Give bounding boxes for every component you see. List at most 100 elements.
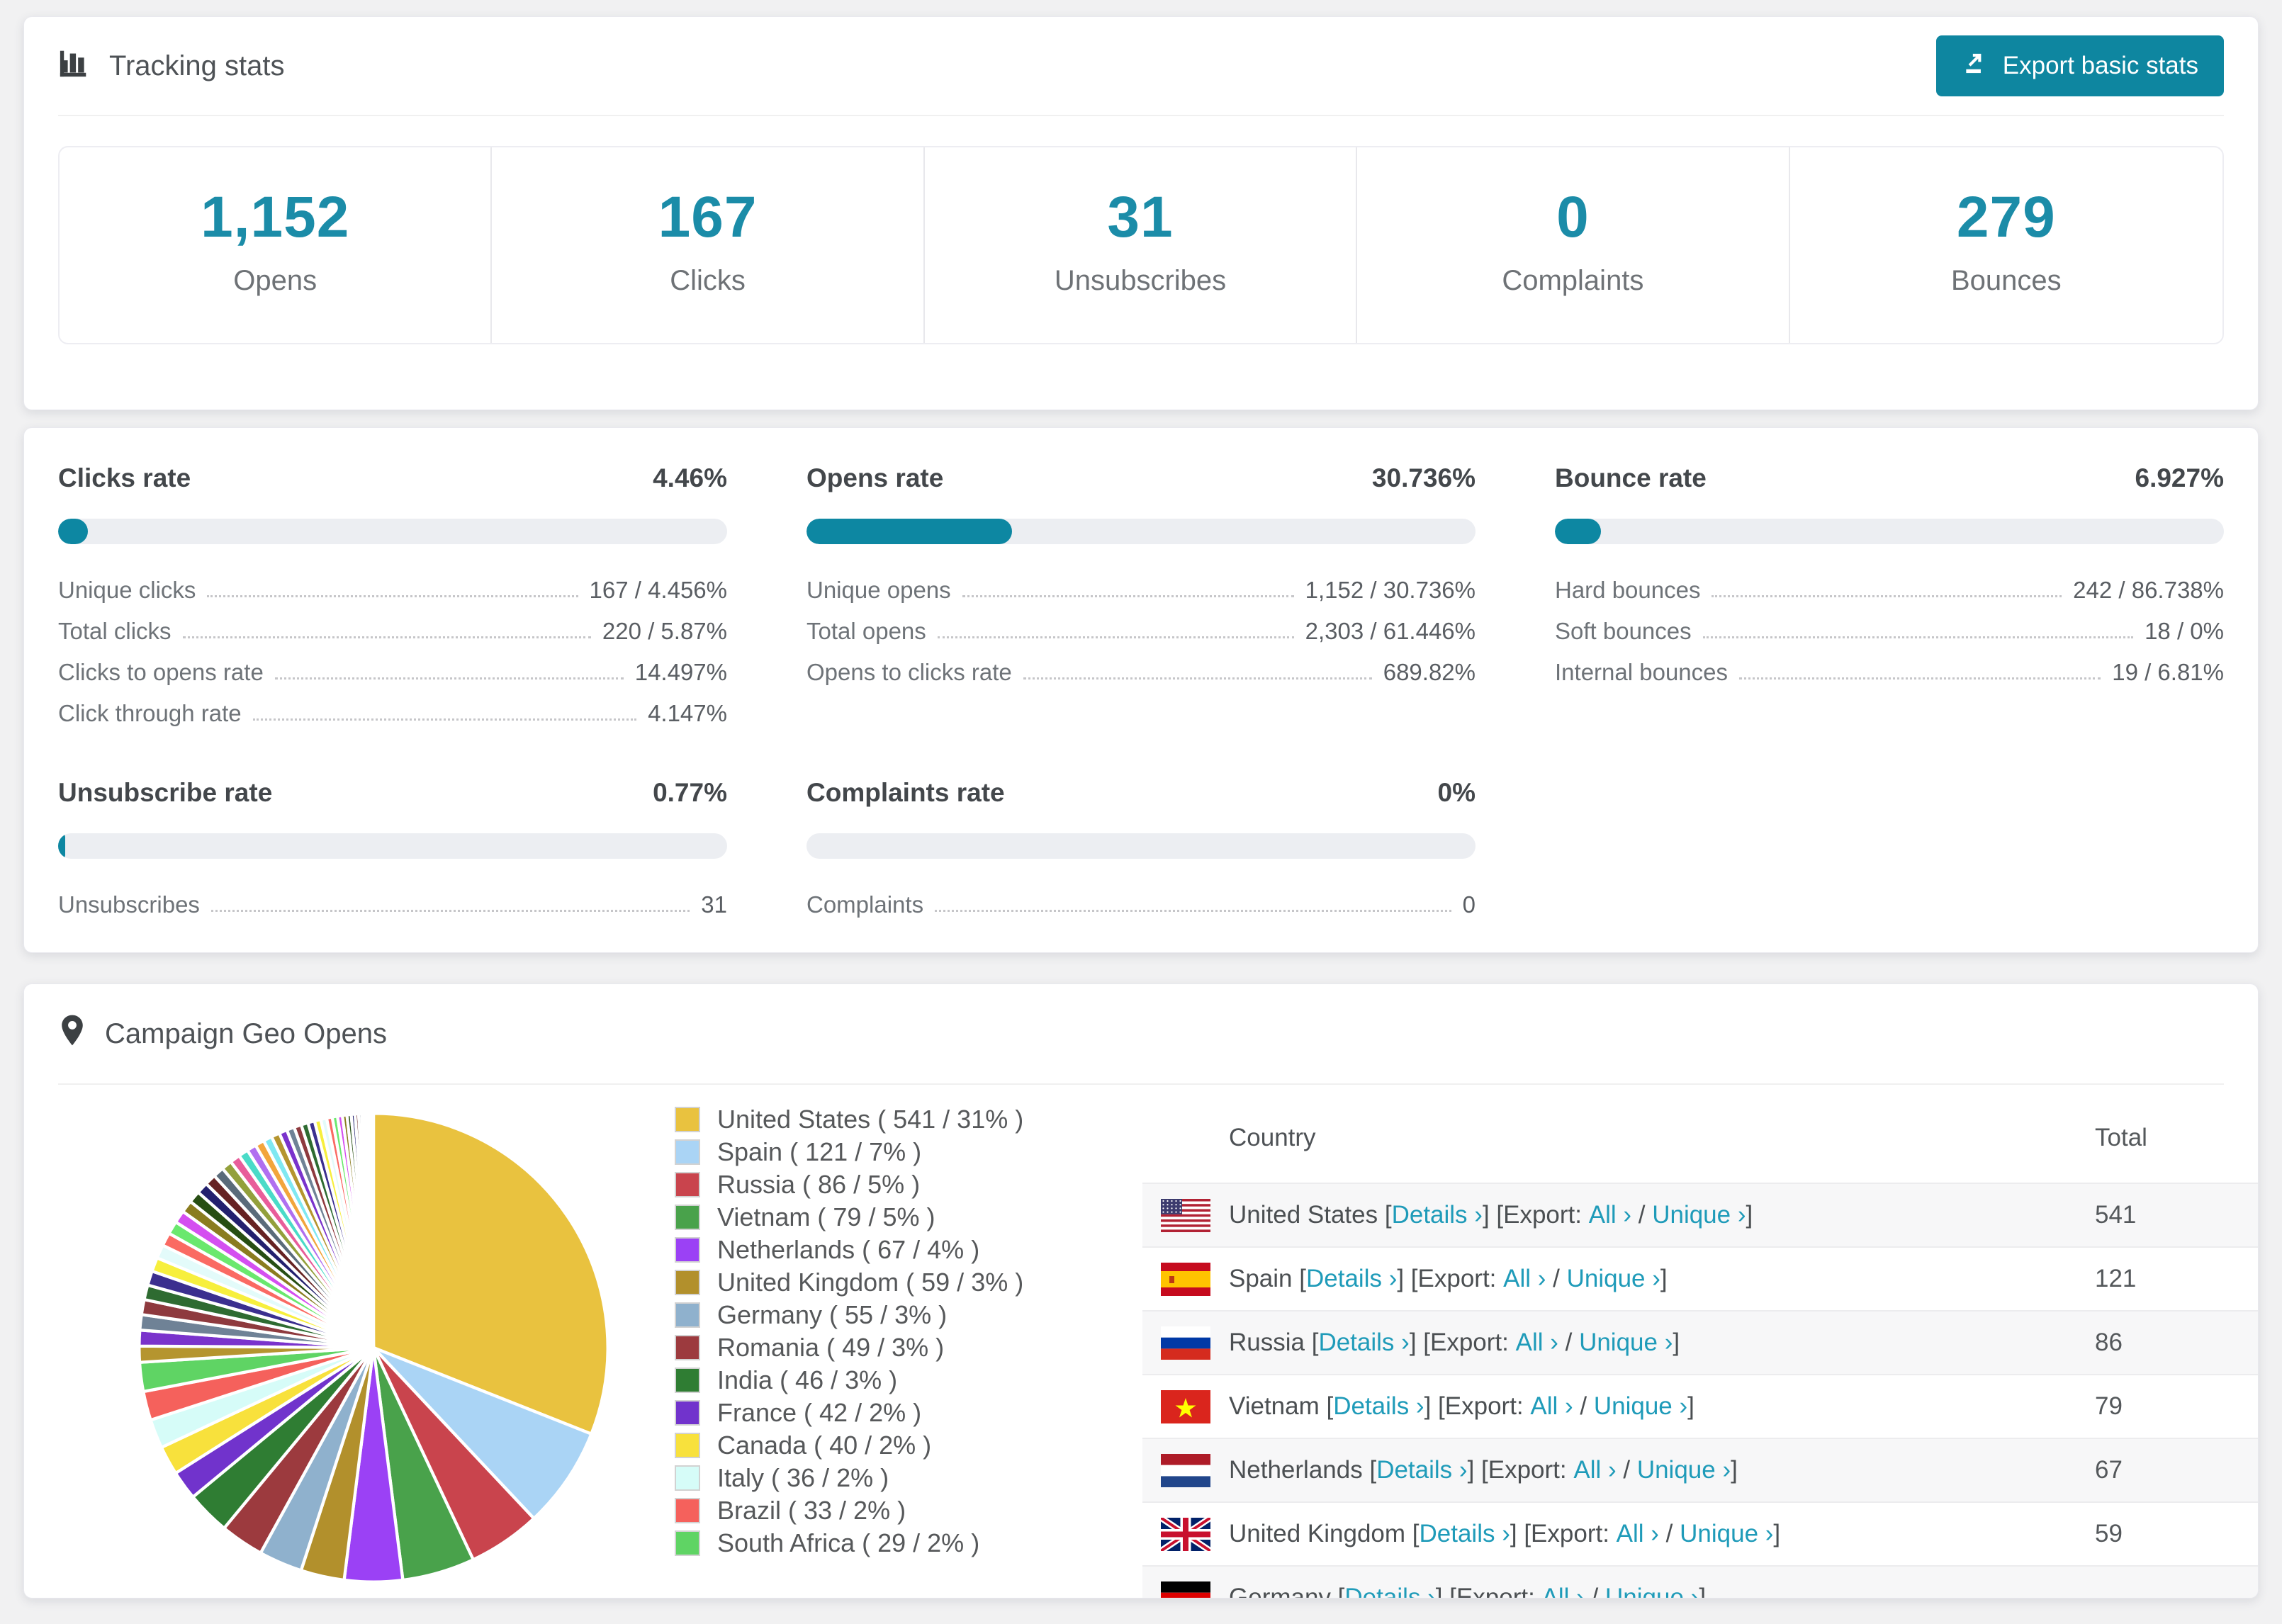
- legend-swatch: [675, 1270, 700, 1295]
- column-header-total: Total: [2095, 1124, 2147, 1151]
- legend-swatch: [675, 1433, 700, 1458]
- bracket: ] [Export:: [1397, 1265, 1504, 1292]
- export-unique-link[interactable]: Unique ›: [1594, 1392, 1687, 1421]
- geo-table-row-russia: Russia [Details ›] [Export: All › / Uniq…: [1142, 1312, 2258, 1375]
- export-unique-link[interactable]: Unique ›: [1579, 1329, 1673, 1357]
- bracket: ]: [1699, 1584, 1707, 1598]
- details-link[interactable]: Details ›: [1420, 1520, 1510, 1548]
- geo-table-row-spain: Spain [Details ›] [Export: All › / Uniqu…: [1142, 1248, 2258, 1312]
- details-link[interactable]: Details ›: [1333, 1392, 1424, 1421]
- stat-value: 167: [658, 185, 758, 249]
- legend-label: South Africa ( 29 / 2% ): [717, 1528, 980, 1557]
- legend-item-russia[interactable]: Russia ( 86 / 5% ): [675, 1168, 1142, 1201]
- rate-detail-value: 2,303 / 61.446%: [1305, 618, 1476, 644]
- legend-item-netherlands[interactable]: Netherlands ( 67 / 4% ): [675, 1234, 1142, 1266]
- dotted-leader: [1739, 677, 2101, 680]
- rate-progress-fill: [58, 519, 89, 544]
- export-all-link[interactable]: All ›: [1530, 1392, 1573, 1421]
- legend-item-south-africa[interactable]: South Africa ( 29 / 2% ): [675, 1527, 1142, 1560]
- legend-item-italy[interactable]: Italy ( 36 / 2% ): [675, 1462, 1142, 1494]
- rate-detail-row: Unique opens 1,152 / 30.736%: [806, 563, 1476, 604]
- legend-label: Brazil ( 33 / 2% ): [717, 1496, 906, 1525]
- rate-detail-row: Soft bounces 18 / 0%: [1555, 604, 2224, 645]
- dotted-leader: [962, 595, 1294, 597]
- export-unique-link[interactable]: Unique ›: [1680, 1520, 1773, 1548]
- legend-item-spain[interactable]: Spain ( 121 / 7% ): [675, 1136, 1142, 1168]
- export-unique-link[interactable]: Unique ›: [1637, 1456, 1731, 1484]
- legend-label: Germany ( 55 / 3% ): [717, 1300, 948, 1329]
- rate-detail-row: Total clicks 220 / 5.87%: [58, 604, 727, 645]
- details-link[interactable]: Details ›: [1392, 1201, 1483, 1229]
- legend-label: France ( 42 / 2% ): [717, 1398, 922, 1427]
- legend-label: Spain ( 121 / 7% ): [717, 1137, 922, 1166]
- dotted-leader: [935, 910, 1451, 912]
- rate-detail-value: 242 / 86.738%: [2073, 577, 2224, 603]
- export-icon: [1962, 50, 1989, 83]
- flag-gb-icon: [1161, 1517, 1210, 1551]
- pie-slice-other-43[interactable]: [371, 1112, 376, 1350]
- bracket: [: [1405, 1520, 1420, 1547]
- bracket: ]: [1746, 1201, 1753, 1229]
- legend-item-france[interactable]: France ( 42 / 2% ): [675, 1397, 1142, 1429]
- legend-item-united-states[interactable]: United States ( 541 / 31% ): [675, 1103, 1142, 1136]
- separator: /: [1558, 1329, 1580, 1356]
- country-total: 59: [2095, 1520, 2123, 1547]
- legend-swatch: [675, 1172, 700, 1197]
- dotted-leader: [182, 636, 591, 638]
- country-name: Netherlands: [1229, 1456, 1363, 1484]
- bracket: ] [Export:: [1435, 1584, 1542, 1598]
- rate-detail-label: Opens to clicks rate: [806, 659, 1012, 685]
- legend-label: Romania ( 49 / 3% ): [717, 1333, 945, 1362]
- rate-detail-value: 167 / 4.456%: [589, 577, 728, 603]
- export-basic-stats-button[interactable]: Export basic stats: [1935, 35, 2224, 96]
- dotted-leader: [1702, 636, 2134, 638]
- legend-item-brazil[interactable]: Brazil ( 33 / 2% ): [675, 1494, 1142, 1527]
- export-all-link[interactable]: All ›: [1617, 1520, 1659, 1548]
- rate-value: 0%: [1437, 778, 1476, 807]
- legend-item-romania[interactable]: Romania ( 49 / 3% ): [675, 1331, 1142, 1364]
- legend-swatch: [675, 1302, 700, 1328]
- export-all-link[interactable]: All ›: [1503, 1265, 1546, 1293]
- export-all-link[interactable]: All ›: [1516, 1329, 1558, 1357]
- export-all-link[interactable]: All ›: [1542, 1584, 1585, 1598]
- legend-item-canada[interactable]: Canada ( 40 / 2% ): [675, 1429, 1142, 1462]
- export-unique-link[interactable]: Unique ›: [1652, 1201, 1746, 1229]
- summary-stats-row: 1,152 Opens 167 Clicks 31 Unsubscribes 0 Compla…: [58, 146, 2224, 344]
- legend-label: Vietnam ( 79 / 5% ): [717, 1202, 935, 1231]
- geo-table-body: United States [Details ›] [Export: All ›…: [1142, 1184, 2258, 1598]
- rate-progress-bar: [58, 519, 727, 544]
- export-all-link[interactable]: All ›: [1573, 1456, 1616, 1484]
- dotted-leader: [210, 910, 690, 912]
- stat-value: 279: [1956, 185, 2056, 249]
- legend-label: Canada ( 40 / 2% ): [717, 1431, 932, 1460]
- legend-item-india[interactable]: India ( 46 / 3% ): [675, 1364, 1142, 1397]
- details-link[interactable]: Details ›: [1318, 1329, 1409, 1357]
- legend-item-united-kingdom[interactable]: United Kingdom ( 59 / 3% ): [675, 1266, 1142, 1299]
- dotted-leader: [274, 677, 624, 680]
- export-unique-link[interactable]: Unique ›: [1567, 1265, 1660, 1293]
- export-all-link[interactable]: All ›: [1589, 1201, 1631, 1229]
- legend-swatch: [675, 1237, 700, 1263]
- geo-table-header: Country Total: [1142, 1093, 2258, 1184]
- rate-progress-bar: [806, 833, 1476, 859]
- legend-swatch: [675, 1530, 700, 1556]
- rate-title: Complaints rate: [806, 778, 1005, 807]
- column-header-country: Country: [1229, 1124, 1316, 1151]
- rate-detail-row: Complaints 0: [806, 877, 1476, 918]
- rate-value: 30.736%: [1371, 463, 1476, 492]
- rate-detail-value: 4.147%: [648, 700, 727, 726]
- rate-detail-value: 18 / 0%: [2145, 618, 2224, 644]
- rate-detail-label: Internal bounces: [1555, 659, 1729, 685]
- export-unique-link[interactable]: Unique ›: [1605, 1584, 1699, 1598]
- details-link[interactable]: Details ›: [1344, 1584, 1435, 1598]
- legend-swatch: [675, 1205, 700, 1230]
- flag-es-icon: [1161, 1262, 1210, 1296]
- legend-swatch: [675, 1368, 700, 1393]
- details-link[interactable]: Details ›: [1376, 1456, 1467, 1484]
- legend-item-vietnam[interactable]: Vietnam ( 79 / 5% ): [675, 1201, 1142, 1234]
- separator: /: [1616, 1456, 1637, 1484]
- legend-item-germany[interactable]: Germany ( 55 / 3% ): [675, 1299, 1142, 1331]
- rate-detail-value: 31: [701, 891, 727, 918]
- rate-detail-label: Hard bounces: [1555, 577, 1701, 603]
- details-link[interactable]: Details ›: [1306, 1265, 1397, 1293]
